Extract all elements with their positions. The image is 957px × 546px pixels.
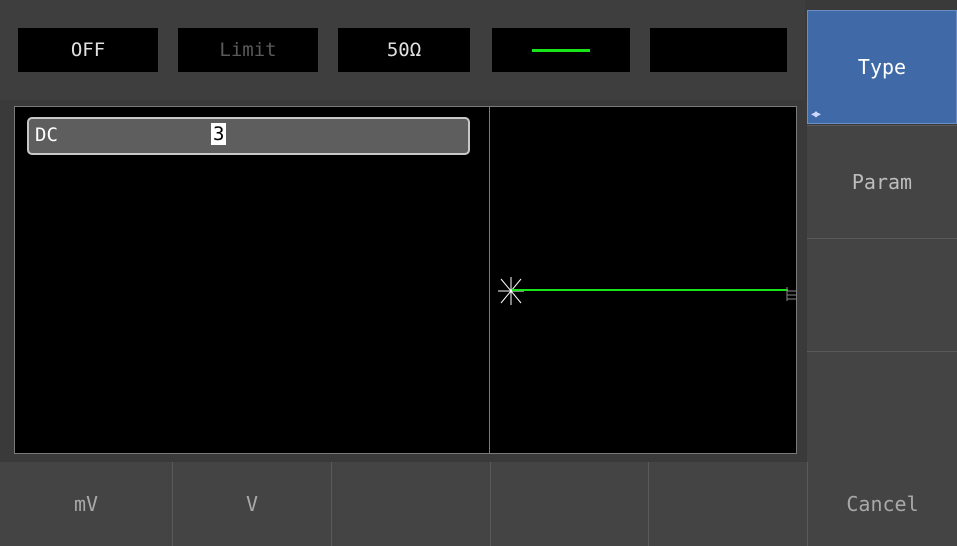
load-status[interactable]: 50Ω (338, 28, 470, 72)
limit-status-label: Limit (219, 39, 277, 61)
bottom-key-4[interactable] (490, 462, 648, 546)
type-softkey-label: Type (857, 55, 907, 79)
ground-marker-icon (786, 287, 797, 301)
function-generator-screen: OFF Limit 50Ω DC 3 Type ◀▶ Param mV V Ca… (0, 0, 957, 546)
bottom-softkey-bar: mV V Cancel (0, 462, 957, 546)
v-unit-button[interactable]: V (172, 462, 331, 546)
mv-unit-button[interactable]: mV (0, 462, 172, 546)
dc-offset-field[interactable]: DC 3 (27, 117, 470, 155)
load-status-label: 50Ω (386, 39, 422, 61)
cancel-button-label: Cancel (846, 492, 919, 516)
bottom-key-3[interactable] (331, 462, 490, 546)
bottom-key-5[interactable] (648, 462, 807, 546)
dc-value[interactable]: 3 (211, 123, 227, 145)
param-softkey[interactable]: Param (807, 125, 957, 238)
left-right-arrows-icon: ◀▶ (811, 109, 821, 120)
waveform-indicator[interactable] (492, 28, 630, 72)
dc-label: DC (35, 124, 58, 146)
limit-status[interactable]: Limit (178, 28, 318, 72)
output-status[interactable]: OFF (18, 28, 158, 72)
empty-status-box (650, 28, 787, 72)
softkey-4[interactable] (807, 351, 957, 462)
param-softkey-label: Param (851, 170, 913, 194)
softkey-3[interactable] (807, 238, 957, 351)
main-display: DC 3 (14, 106, 797, 454)
dc-waveform-icon (532, 48, 590, 52)
v-unit-label: V (245, 492, 259, 516)
output-status-label: OFF (70, 39, 106, 61)
cancel-button[interactable]: Cancel (807, 462, 957, 546)
status-bar: OFF Limit 50Ω (0, 0, 805, 100)
panel-divider (489, 107, 490, 453)
type-softkey[interactable]: Type ◀▶ (807, 10, 957, 124)
mv-unit-label: mV (73, 492, 99, 516)
waveform-preview (498, 277, 797, 305)
